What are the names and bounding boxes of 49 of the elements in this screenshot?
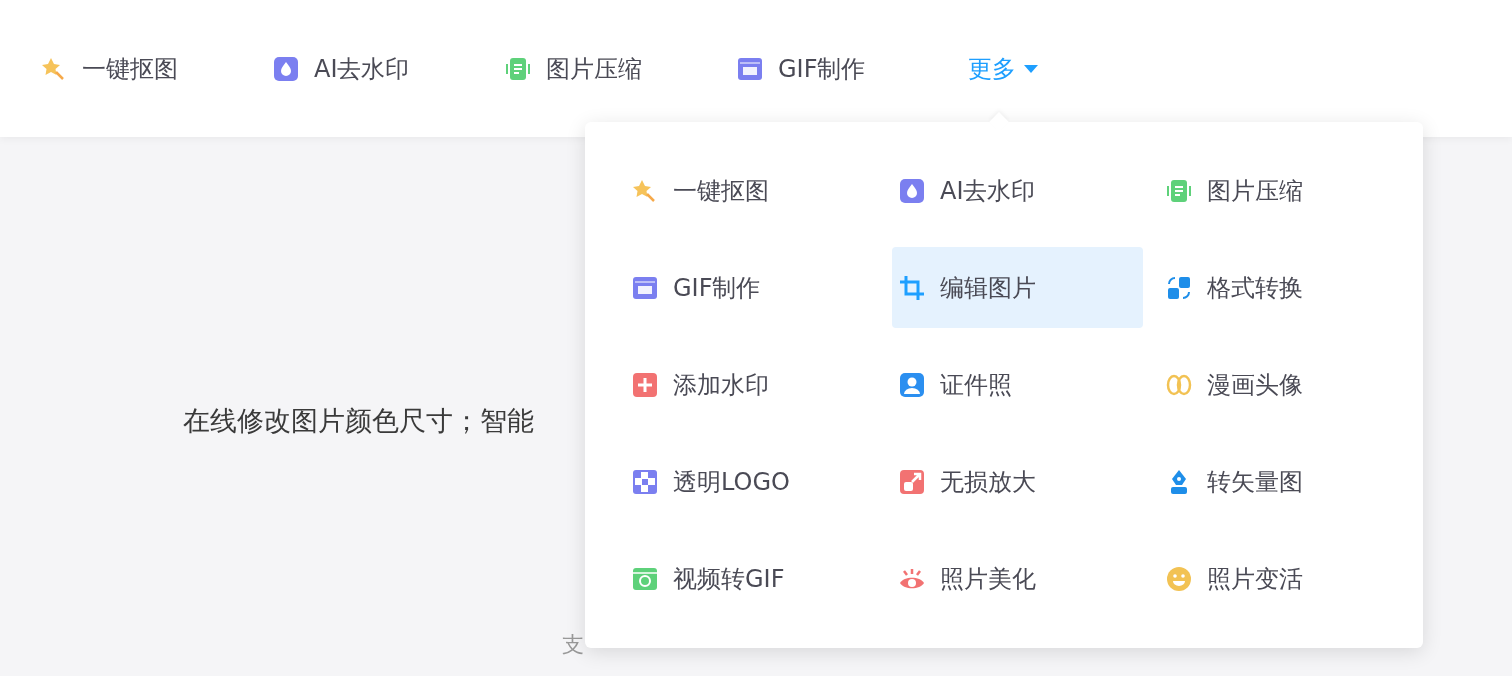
- nav-label: 图片压缩: [546, 53, 642, 85]
- menu-item[interactable]: 图片压缩: [1159, 150, 1410, 231]
- menu-item[interactable]: 照片变活: [1159, 538, 1410, 619]
- menu-item[interactable]: 证件照: [892, 344, 1143, 425]
- menu-label: 编辑图片: [940, 272, 1036, 304]
- menu-label: 视频转GIF: [673, 563, 785, 595]
- crop-icon: [898, 273, 926, 302]
- enlarge-icon: [898, 467, 926, 496]
- drop-icon: [898, 176, 926, 205]
- menu-label: 无损放大: [940, 466, 1036, 498]
- plus-icon: [631, 370, 659, 399]
- nav-link[interactable]: 图片压缩: [504, 52, 736, 85]
- menu-label: AI去水印: [940, 175, 1036, 207]
- drop-icon: [272, 54, 300, 83]
- menu-item[interactable]: AI去水印: [892, 150, 1143, 231]
- subtitle: 在线修改图片颜色尺寸；智能: [183, 404, 534, 438]
- smiley-icon: [1165, 564, 1193, 593]
- nav-link[interactable]: GIF制作: [736, 52, 968, 85]
- menu-label: 一键抠图: [673, 175, 769, 207]
- menu-item[interactable]: 照片美化: [892, 538, 1143, 619]
- nav-link[interactable]: AI去水印: [272, 52, 504, 85]
- menu-item[interactable]: 编辑图片: [892, 247, 1143, 328]
- menu-label: 照片美化: [940, 563, 1036, 595]
- nav-label: GIF制作: [778, 53, 866, 85]
- menu-item[interactable]: 添加水印: [625, 344, 876, 425]
- menu-label: 图片压缩: [1207, 175, 1303, 207]
- menu-item[interactable]: 漫画头像: [1159, 344, 1410, 425]
- menu-item[interactable]: 格式转换: [1159, 247, 1410, 328]
- menu-item[interactable]: 透明LOGO: [625, 441, 876, 522]
- nav-link[interactable]: 一键抠图: [40, 52, 272, 85]
- person-icon: [898, 370, 926, 399]
- menu-label: 证件照: [940, 369, 1012, 401]
- menu-item[interactable]: 视频转GIF: [625, 538, 876, 619]
- menu-label: GIF制作: [673, 272, 761, 304]
- menu-label: 透明LOGO: [673, 466, 790, 498]
- menu-label: 漫画头像: [1207, 369, 1303, 401]
- menu-item[interactable]: GIF制作: [625, 247, 876, 328]
- caret-icon: [1024, 63, 1038, 74]
- checkerboard-icon: [631, 467, 659, 496]
- menu-label: 转矢量图: [1207, 466, 1303, 498]
- menu-label: 添加水印: [673, 369, 769, 401]
- menu-item[interactable]: 一键抠图: [625, 150, 876, 231]
- nav-label: AI去水印: [314, 53, 410, 85]
- menu-item[interactable]: 转矢量图: [1159, 441, 1410, 522]
- menu-label: 格式转换: [1207, 272, 1303, 304]
- hint-text: 支: [562, 631, 584, 659]
- menu-label: 照片变活: [1207, 563, 1303, 595]
- menu-item[interactable]: 无损放大: [892, 441, 1143, 522]
- nav-label: 一键抠图: [82, 53, 178, 85]
